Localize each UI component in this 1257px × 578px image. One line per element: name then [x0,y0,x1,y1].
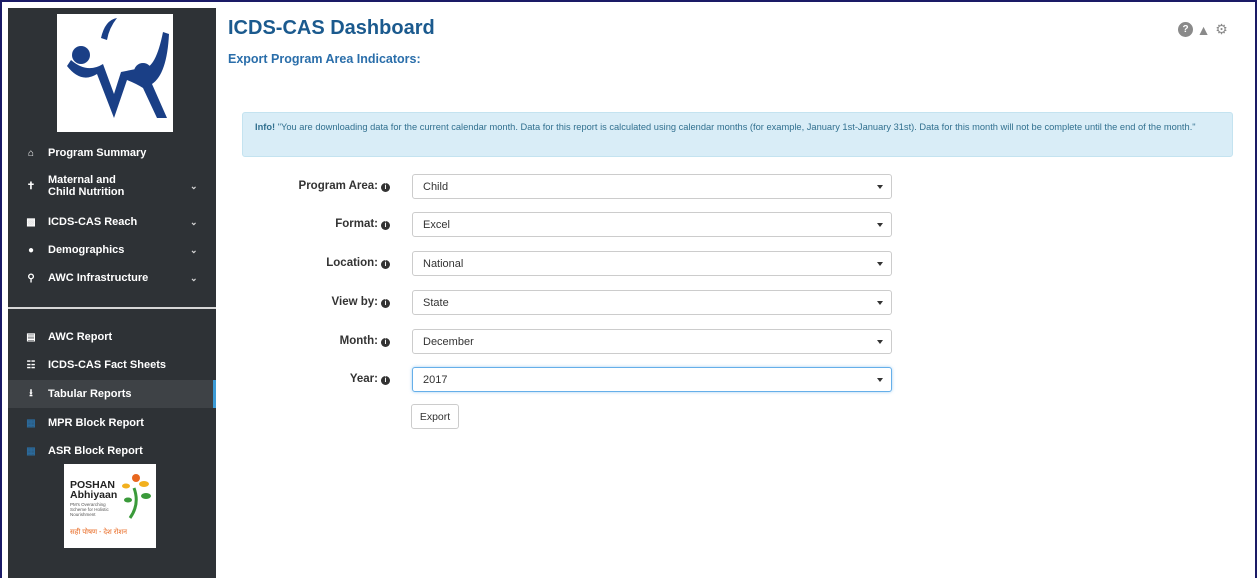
year-label: Year: i [240,373,390,385]
location-label: Location: i [240,257,390,269]
sidebar-item-demographics[interactable]: ● Demographics ⌄ [8,241,216,259]
program-area-label: Program Area: i [240,180,390,192]
table-icon: ▤ [26,331,36,343]
chevron-down-icon: ⌄ [190,216,198,227]
caret-down-icon [877,262,883,266]
page-subtitle: Export Program Area Indicators: [228,52,421,66]
info-icon[interactable]: i [381,299,390,308]
users-icon: ● [27,244,35,256]
sidebar: ⌂ Program Summary ✝ Maternal and Child N… [8,8,216,578]
lightbulb-icon: ⚲ [27,272,35,284]
chevron-down-icon: ⌄ [190,244,198,255]
info-icon[interactable]: i [381,338,390,347]
sidebar-item-fact-sheets[interactable]: ☷ ICDS-CAS Fact Sheets [8,356,216,374]
sidebar-item-awc-infrastructure[interactable]: ⚲ AWC Infrastructure ⌄ [8,269,216,287]
caret-down-icon [877,223,883,227]
home-icon: ⌂ [27,147,35,159]
info-icon[interactable]: i [381,183,390,192]
month-select[interactable]: December [412,329,892,354]
caret-down-icon [877,378,883,382]
caret-down-icon [877,185,883,189]
file-icon: ☷ [26,359,36,371]
sidebar-item-maternal-child-nutrition[interactable]: ✝ Maternal and Child Nutrition ⌄ [8,172,216,200]
sidebar-item-program-summary[interactable]: ⌂ Program Summary [8,144,216,162]
info-icon[interactable]: i [381,260,390,269]
poshan-tree-icon [122,474,151,519]
sidebar-item-awc-report[interactable]: ▤ AWC Report [8,328,216,346]
view-by-label: View by: i [240,296,390,308]
top-icons: ? ▲ ⚙ [1178,21,1229,38]
chevron-down-icon: ⌄ [190,180,198,191]
sidebar-item-tabular-reports[interactable]: ⭳ Tabular Reports [8,380,216,408]
chevron-down-icon: ⌄ [190,272,198,283]
info-text: "You are downloading data for the curren… [275,122,1196,132]
icds-logo [57,14,173,132]
info-icon[interactable]: i [381,221,390,230]
sidebar-item-asr-block-report[interactable]: ▦ ASR Block Report [8,442,216,460]
report-icon: ▦ [26,445,36,457]
format-select[interactable]: Excel [412,212,892,237]
format-label: Format: i [240,218,390,230]
info-icon[interactable]: i [381,376,390,385]
sidebar-divider [8,307,216,309]
export-button[interactable]: Export [411,404,459,429]
download-icon: ⭳ [29,387,33,399]
bar-chart-icon: ▩ [26,216,36,228]
program-area-select[interactable]: Child [412,174,892,199]
view-by-select[interactable]: State [412,290,892,315]
info-alert: Info! "You are downloading data for the … [242,112,1233,157]
warning-icon[interactable]: ▲ [1196,22,1211,38]
month-label: Month: i [240,335,390,347]
sidebar-item-mpr-block-report[interactable]: ▦ MPR Block Report [8,414,216,432]
child-icon: ✝ [26,180,36,192]
year-select[interactable]: 2017 [412,367,892,392]
settings-icon[interactable]: ⚙ [1214,21,1229,37]
info-prefix: Info! [255,122,276,132]
help-icon[interactable]: ? [1178,22,1193,37]
caret-down-icon [877,340,883,344]
report-icon: ▦ [26,417,36,429]
page-title: ICDS-CAS Dashboard [228,17,435,39]
caret-down-icon [877,301,883,305]
poshan-abhiyaan-logo: POSHAN Abhiyaan PM's Overarching Scheme … [64,464,156,548]
location-select[interactable]: National [412,251,892,276]
sidebar-item-icds-cas-reach[interactable]: ▩ ICDS-CAS Reach ⌄ [8,213,216,231]
